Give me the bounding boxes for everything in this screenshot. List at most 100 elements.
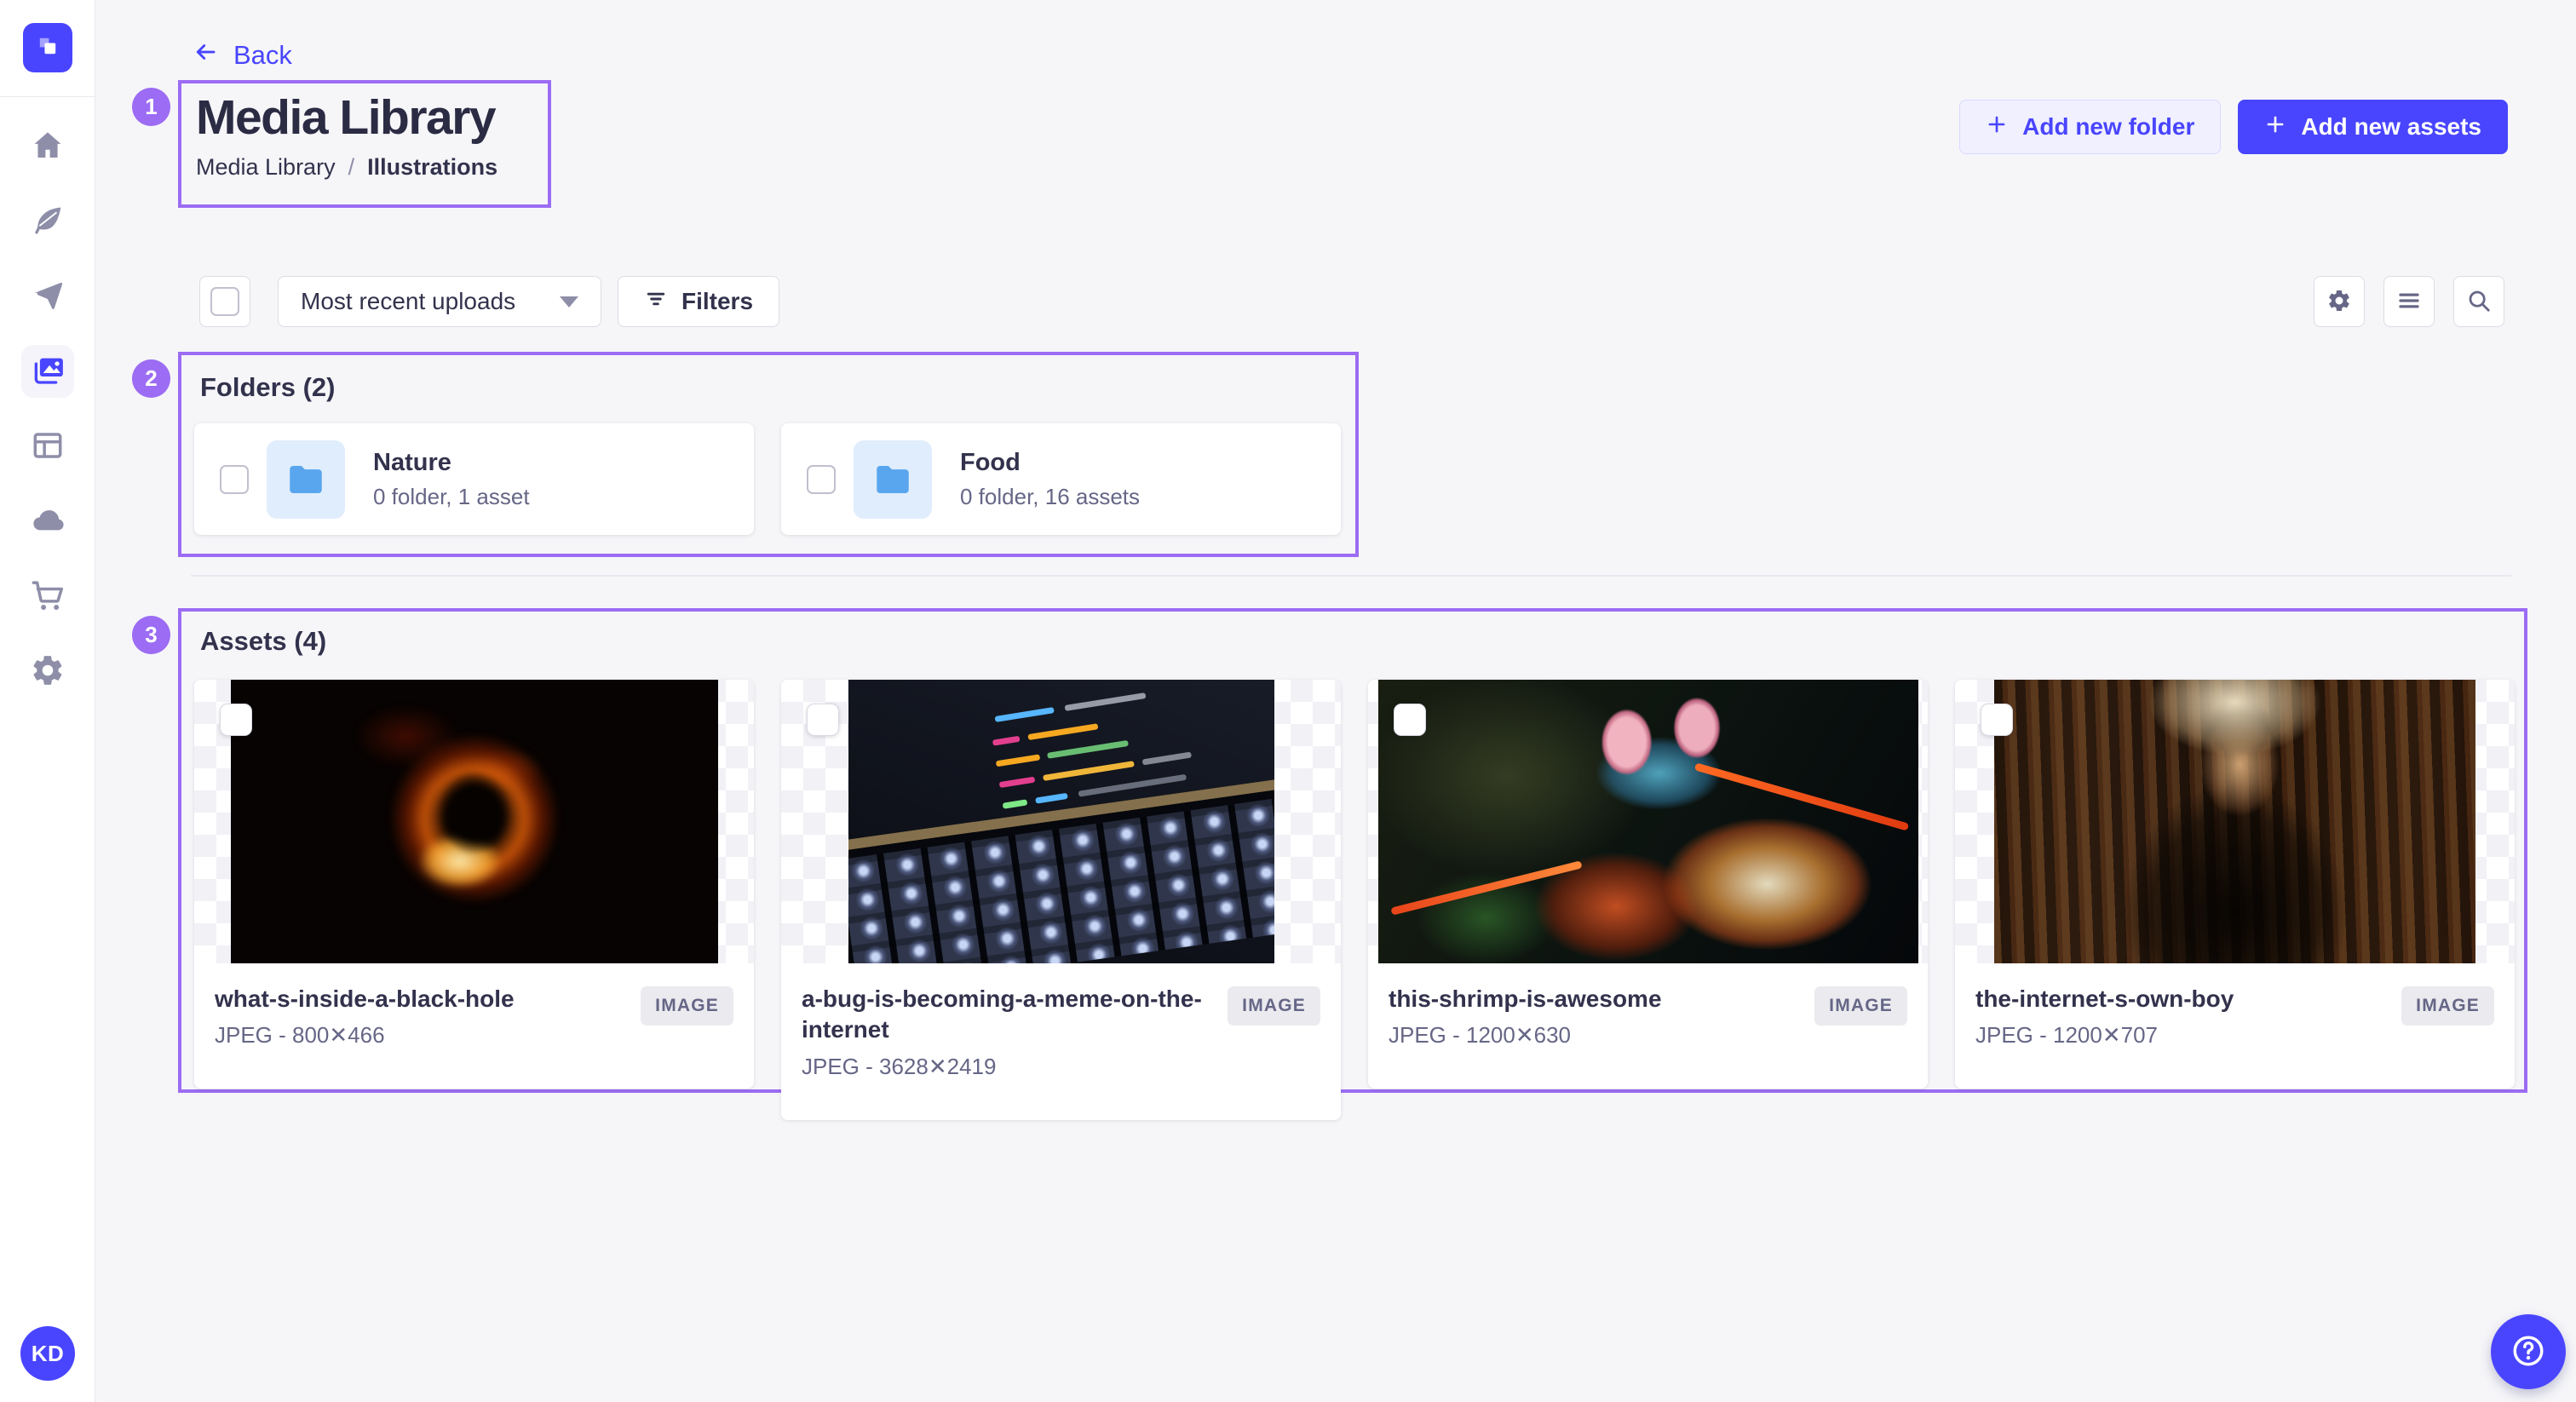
asset-meta: JPEG - 1200✕707 <box>1975 1022 2494 1049</box>
search-button[interactable] <box>2453 276 2504 327</box>
sidebar-item-home[interactable] <box>21 120 74 173</box>
asset-grid: what-s-inside-a-black-hole JPEG - 800✕46… <box>194 680 2524 1120</box>
asset-checkbox[interactable] <box>1981 704 2013 736</box>
asset-thumbnail <box>1955 680 2515 963</box>
breadcrumb-current: Illustrations <box>367 154 497 181</box>
add-new-assets-label: Add new assets <box>2301 113 2481 141</box>
asset-checkbox[interactable] <box>1394 704 1426 736</box>
asset-info: what-s-inside-a-black-hole JPEG - 800✕46… <box>194 963 754 1089</box>
sidebar-item-marketplace[interactable] <box>21 570 74 623</box>
asset-checkbox[interactable] <box>807 704 839 736</box>
header-actions: Add new folder Add new assets <box>1959 100 2508 154</box>
list-icon <box>2396 288 2422 316</box>
feather-icon <box>30 203 66 241</box>
asset-meta: JPEG - 3628✕2419 <box>802 1054 1320 1080</box>
list-view-button[interactable] <box>2383 276 2435 327</box>
black-hole-image <box>231 680 718 963</box>
plus-icon <box>1986 113 2008 141</box>
gear-icon <box>2326 288 2352 316</box>
chevron-down-icon <box>560 296 578 307</box>
sidebar-item-media-library[interactable] <box>21 345 74 398</box>
folder-meta: 0 folder, 16 assets <box>960 484 1140 510</box>
folder-name: Nature <box>373 449 530 477</box>
view-settings-button[interactable] <box>2314 276 2365 327</box>
asset-info: the-internet-s-own-boy JPEG - 1200✕707 I… <box>1955 963 2515 1089</box>
annotation-badge-2: 2 <box>132 359 170 398</box>
folder-checkbox[interactable] <box>220 465 249 494</box>
mantis-shrimp-image <box>1378 680 1918 963</box>
asset-info: a-bug-is-becoming-a-meme-on-the-internet… <box>781 963 1341 1120</box>
folder-card-food[interactable]: Food 0 folder, 16 assets <box>781 423 1341 535</box>
question-mark-icon <box>2510 1332 2547 1372</box>
cloud-icon <box>30 503 66 541</box>
breadcrumb: Media Library / Illustrations <box>196 154 548 181</box>
back-label: Back <box>233 40 292 71</box>
asset-card-shrimp[interactable]: this-shrimp-is-awesome JPEG - 1200✕630 I… <box>1368 680 1928 1089</box>
folders-heading: Folders (2) <box>181 355 1355 403</box>
media-library-icon <box>30 353 66 391</box>
asset-meta: JPEG - 800✕466 <box>215 1022 733 1049</box>
view-actions <box>2314 276 2504 327</box>
sidebar-item-settings[interactable] <box>21 645 74 698</box>
user-avatar[interactable]: KD <box>20 1326 75 1381</box>
search-icon <box>2466 288 2492 316</box>
asset-checkbox[interactable] <box>220 704 252 736</box>
checkbox <box>210 287 239 316</box>
annotation-box-3: 3 Assets (4) what-s-inside-a-black-hole … <box>178 608 2527 1093</box>
paper-plane-icon <box>30 278 66 316</box>
breadcrumb-parent[interactable]: Media Library <box>196 154 336 181</box>
asset-meta: JPEG - 1200✕630 <box>1389 1022 1907 1049</box>
folder-icon <box>267 440 345 519</box>
plus-icon <box>2264 113 2286 141</box>
strapi-logo[interactable] <box>23 23 72 72</box>
filters-button[interactable]: Filters <box>618 276 779 327</box>
folder-grid: Nature 0 folder, 1 asset Food 0 folder, … <box>194 423 1355 535</box>
asset-thumbnail <box>781 680 1341 963</box>
folder-icon <box>854 440 932 519</box>
asset-thumbnail <box>194 680 754 963</box>
add-new-folder-button[interactable]: Add new folder <box>1959 100 2221 154</box>
annotation-badge-1: 1 <box>132 88 170 126</box>
sort-dropdown[interactable]: Most recent uploads <box>278 276 601 327</box>
sidebar-item-cloud[interactable] <box>21 495 74 548</box>
add-new-assets-button[interactable]: Add new assets <box>2238 100 2508 154</box>
sidebar-item-deploy[interactable] <box>21 270 74 323</box>
home-icon <box>30 128 66 166</box>
cart-icon <box>30 577 66 616</box>
folder-checkbox[interactable] <box>807 465 836 494</box>
page-title: Media Library <box>196 90 548 147</box>
sidebar-divider <box>0 96 95 97</box>
add-new-folder-label: Add new folder <box>2022 113 2194 141</box>
back-link[interactable]: Back <box>193 39 292 72</box>
filters-label: Filters <box>681 288 753 315</box>
assets-heading: Assets (4) <box>181 612 2524 657</box>
folder-text: Nature 0 folder, 1 asset <box>373 449 530 510</box>
asset-card-internets-own-boy[interactable]: the-internet-s-own-boy JPEG - 1200✕707 I… <box>1955 680 2515 1089</box>
annotation-box-2: 2 Folders (2) Nature 0 folder, 1 asset <box>178 352 1359 557</box>
sort-value: Most recent uploads <box>301 288 515 315</box>
folder-card-nature[interactable]: Nature 0 folder, 1 asset <box>194 423 754 535</box>
asset-info: this-shrimp-is-awesome JPEG - 1200✕630 I… <box>1368 963 1928 1089</box>
breadcrumb-separator: / <box>348 154 355 181</box>
section-divider <box>191 575 2511 577</box>
gear-icon <box>30 652 66 691</box>
folder-name: Food <box>960 449 1140 477</box>
asset-type-badge: IMAGE <box>1228 986 1320 1026</box>
asset-card-bug-meme[interactable]: a-bug-is-becoming-a-meme-on-the-internet… <box>781 680 1341 1120</box>
strapi-logo-icon <box>33 32 62 65</box>
sidebar-item-content-manager[interactable] <box>21 195 74 248</box>
arrow-left-icon <box>193 39 218 72</box>
filter-icon <box>644 287 668 317</box>
sidebar-item-content-type-builder[interactable] <box>21 420 74 473</box>
annotation-box-1: 1 Media Library Media Library / Illustra… <box>178 80 551 208</box>
asset-card-black-hole[interactable]: what-s-inside-a-black-hole JPEG - 800✕46… <box>194 680 754 1089</box>
folder-meta: 0 folder, 1 asset <box>373 484 530 510</box>
toolbar: Most recent uploads Filters <box>199 276 2504 327</box>
help-button[interactable] <box>2491 1314 2566 1389</box>
layout-icon <box>30 428 66 466</box>
asset-type-badge: IMAGE <box>641 986 733 1026</box>
select-all-checkbox[interactable] <box>199 276 250 327</box>
annotation-badge-3: 3 <box>132 616 170 654</box>
asset-type-badge: IMAGE <box>1814 986 1907 1026</box>
toolbar-left: Most recent uploads Filters <box>199 276 2504 327</box>
